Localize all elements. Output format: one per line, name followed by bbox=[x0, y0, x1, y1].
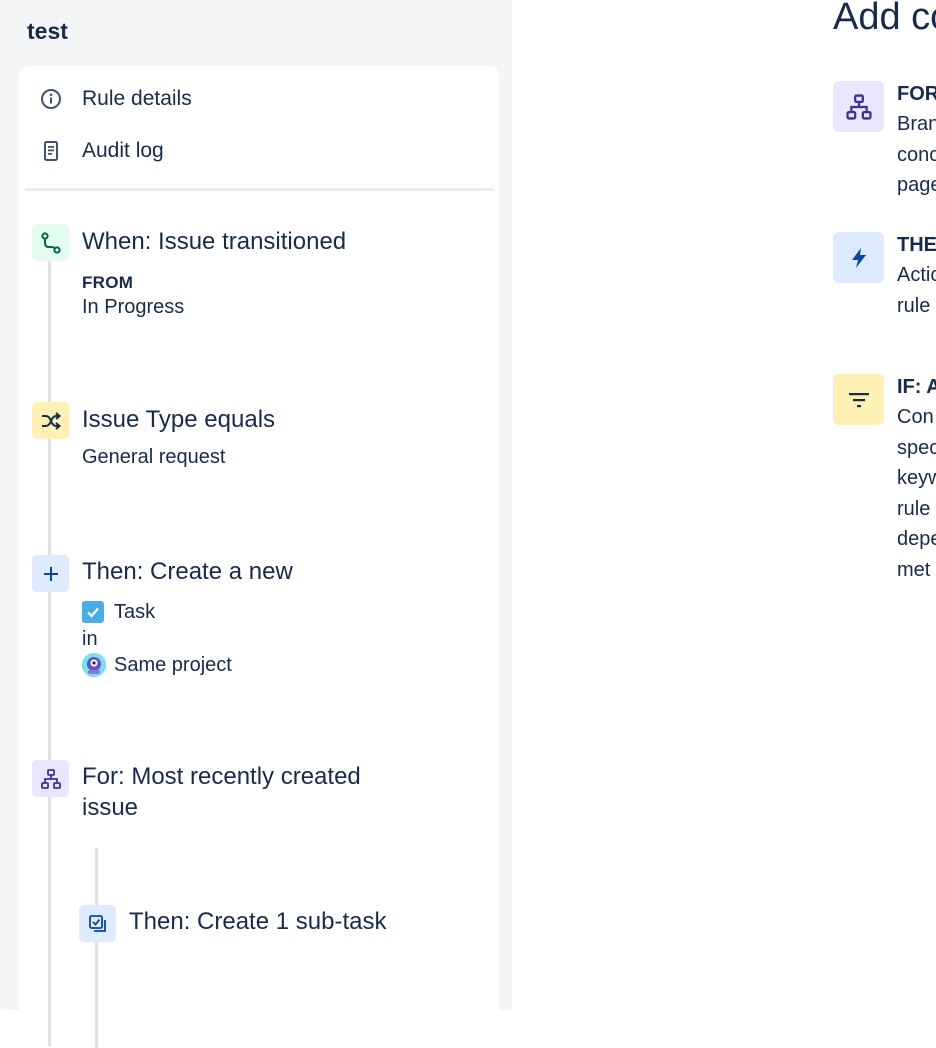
lightning-icon bbox=[833, 232, 884, 283]
create-subtask-action[interactable]: Then: Create 1 sub-task bbox=[79, 905, 459, 945]
subtask-icon bbox=[79, 905, 116, 942]
trigger-component[interactable]: When: Issue transitioned FROM In Progres… bbox=[32, 224, 472, 334]
nav-audit-log[interactable]: Audit log bbox=[39, 136, 164, 166]
condition-title: Issue Type equals bbox=[82, 406, 276, 433]
nav-label: Rule details bbox=[82, 87, 192, 110]
option-label: THE bbox=[897, 234, 936, 256]
project-name: Same project bbox=[114, 654, 232, 676]
trigger-from-label: FROM bbox=[82, 273, 134, 292]
rule-card: Rule details Audit log When: Issue trans… bbox=[19, 66, 499, 1048]
branch-icon bbox=[833, 81, 884, 132]
checkbox-task-icon bbox=[82, 601, 104, 623]
issue-type-name: Task bbox=[114, 601, 156, 623]
nav-rule-details[interactable]: Rule details bbox=[39, 84, 192, 114]
option-label: IF: A bbox=[897, 376, 936, 398]
condition-value: General request bbox=[82, 446, 226, 468]
shuffle-icon bbox=[32, 402, 69, 439]
project-avatar-icon bbox=[82, 653, 106, 677]
trigger-title: When: Issue transitioned bbox=[82, 228, 347, 255]
filter-icon bbox=[833, 374, 884, 425]
branch-title-line2: issue bbox=[82, 794, 139, 821]
in-connector: in bbox=[82, 628, 98, 650]
branch-component[interactable]: For: Most recently created issue bbox=[32, 760, 472, 830]
add-component-title: Add co bbox=[833, 0, 936, 38]
nav-divider bbox=[25, 188, 494, 191]
nav-label: Audit log bbox=[82, 139, 164, 162]
create-action-title: Then: Create a new bbox=[82, 558, 293, 585]
branch-title-line1: For: Most recently created bbox=[82, 763, 361, 790]
option-branch[interactable]: FOR Bran conc page bbox=[833, 81, 936, 201]
document-icon bbox=[39, 139, 63, 163]
option-action[interactable]: THE Actic rule bbox=[833, 232, 936, 322]
rule-editor-panel: test Rule details Audit log When: Issue … bbox=[0, 0, 512, 1048]
plus-icon bbox=[32, 555, 69, 592]
option-label: FOR bbox=[897, 83, 936, 105]
option-condition[interactable]: IF: A Con spec keyw rule depe met bbox=[833, 374, 936, 584]
issue-type-row: Task bbox=[82, 599, 155, 625]
condition-component[interactable]: Issue Type equals General request bbox=[32, 402, 472, 482]
subtask-title: Then: Create 1 sub-task bbox=[129, 908, 387, 935]
trigger-from-value: In Progress bbox=[82, 296, 185, 318]
option-desc: Con spec keyw rule depe met bbox=[897, 406, 936, 581]
create-issue-action[interactable]: Then: Create a new Task in Same project bbox=[32, 555, 472, 685]
option-desc: Actic rule bbox=[897, 264, 936, 317]
project-row: Same project bbox=[82, 652, 232, 678]
option-desc: Bran conc page bbox=[897, 113, 936, 196]
rule-name: test bbox=[27, 18, 68, 44]
branch-icon bbox=[32, 760, 69, 797]
info-icon bbox=[39, 87, 63, 111]
branch-timeline-line bbox=[95, 848, 98, 1048]
transition-icon bbox=[32, 224, 69, 261]
